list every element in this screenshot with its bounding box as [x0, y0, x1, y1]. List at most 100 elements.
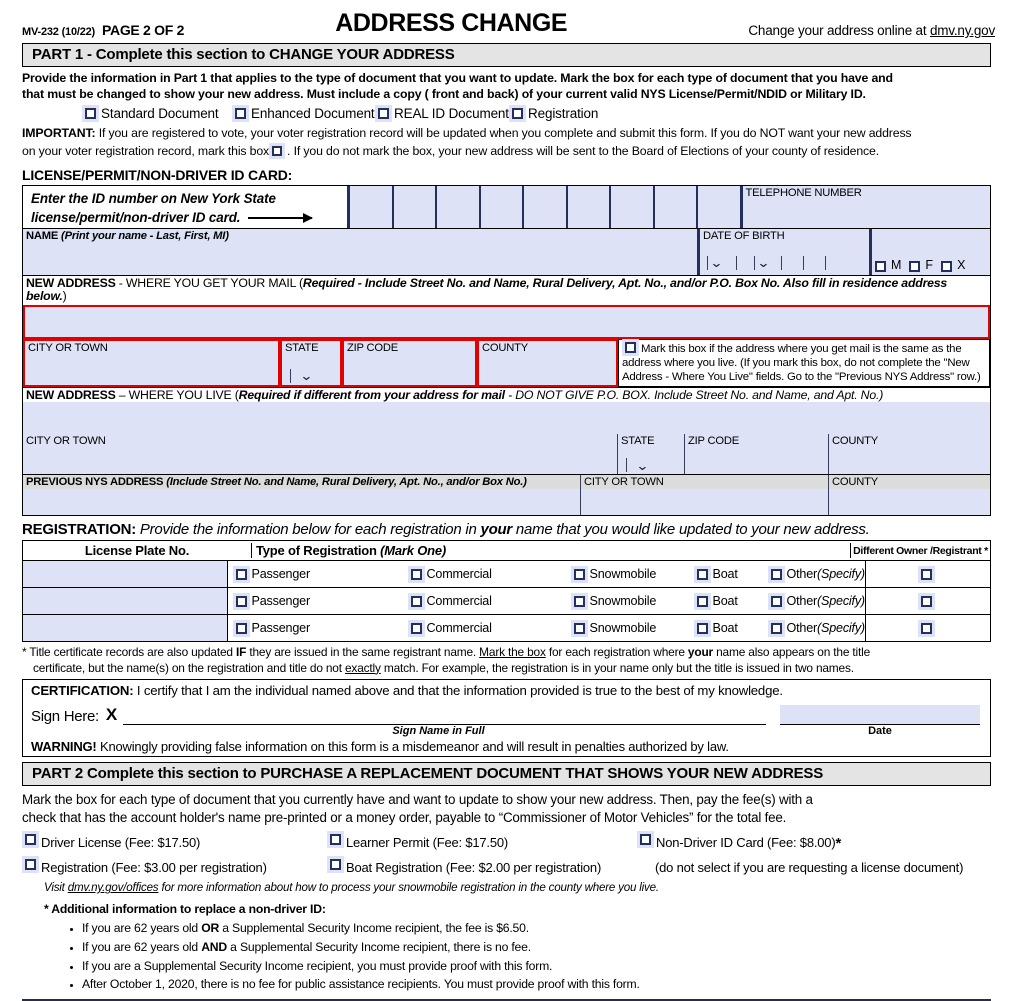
license-plate-input[interactable]: [23, 561, 228, 588]
checkbox-commercial[interactable]: Commercial: [408, 594, 571, 608]
id-number-cells[interactable]: [350, 185, 743, 228]
checkbox-other[interactable]: Other (Specify): [768, 621, 865, 635]
checkbox-icon[interactable]: [235, 568, 247, 580]
checkbox-passenger[interactable]: Passenger: [228, 594, 408, 608]
checkbox-icon[interactable]: [25, 858, 36, 870]
id-digit-cell[interactable]: [698, 185, 743, 228]
checkbox-same-address[interactable]: [625, 341, 636, 353]
different-owner-cell[interactable]: [866, 561, 990, 587]
checkbox-icon[interactable]: [696, 595, 708, 607]
checkbox-icon[interactable]: [573, 595, 585, 607]
id-digit-cell[interactable]: [437, 185, 481, 228]
signature-input[interactable]: [123, 705, 766, 726]
chevron-down-icon[interactable]: ⌄: [710, 256, 724, 269]
checkbox-icon[interactable]: [378, 107, 389, 119]
residence-city-input[interactable]: CITY OR TOWN: [23, 434, 618, 475]
sex-field[interactable]: M F X: [872, 228, 990, 275]
checkbox-registration-fee[interactable]: Registration (Fee: $3.00 per registratio…: [22, 858, 327, 876]
checkbox-other[interactable]: Other (Specify): [768, 567, 865, 581]
chevron-down-icon[interactable]: ⌄: [300, 369, 314, 382]
checkbox-icon[interactable]: [770, 595, 782, 607]
checkbox-commercial[interactable]: Commercial: [408, 567, 571, 581]
residence-street-input[interactable]: [23, 402, 990, 435]
dmv-website-link[interactable]: dmv.ny.gov: [930, 23, 995, 38]
date-of-birth-field[interactable]: DATE OF BIRTH ⌄ ⌄: [700, 228, 872, 275]
checkbox-snowmobile[interactable]: Snowmobile: [571, 594, 694, 608]
chevron-down-icon[interactable]: ⌄: [636, 459, 650, 472]
checkbox-driver-license[interactable]: Driver License (Fee: $17.50): [22, 833, 327, 854]
checkbox-icon[interactable]: [573, 622, 585, 634]
checkbox-enhanced-document[interactable]: Enhanced Document: [232, 105, 375, 122]
checkbox-icon[interactable]: [696, 622, 708, 634]
checkbox-different-owner[interactable]: [921, 595, 933, 607]
previous-county-input[interactable]: COUNTY: [829, 475, 990, 516]
checkbox-different-owner[interactable]: [921, 568, 933, 580]
residence-county-input[interactable]: COUNTY: [829, 434, 990, 475]
residence-state-select[interactable]: STATE ⌄: [618, 434, 685, 475]
checkbox-standard-document[interactable]: Standard Document: [82, 105, 232, 122]
checkbox-icon[interactable]: [410, 622, 422, 634]
checkbox-boat-registration-fee[interactable]: Boat Registration (Fee: $2.00 per regist…: [327, 858, 637, 876]
id-digit-cell[interactable]: [350, 185, 394, 228]
checkbox-learner-permit[interactable]: Learner Permit (Fee: $17.50): [327, 833, 637, 854]
checkbox-commercial[interactable]: Commercial: [408, 621, 571, 635]
checkbox-snowmobile[interactable]: Snowmobile: [571, 567, 694, 581]
checkbox-icon[interactable]: [770, 568, 782, 580]
checkbox-voter-optout[interactable]: [272, 145, 283, 156]
id-digit-cell[interactable]: [524, 185, 568, 228]
id-digit-cell[interactable]: [480, 185, 524, 228]
checkbox-sex-x[interactable]: [941, 260, 953, 272]
previous-city-input[interactable]: CITY OR TOWN: [581, 475, 829, 516]
checkbox-icon[interactable]: [573, 568, 585, 580]
dob-inputs[interactable]: ⌄ ⌄: [704, 253, 865, 273]
checkbox-icon[interactable]: [235, 595, 247, 607]
chevron-down-icon[interactable]: ⌄: [757, 256, 771, 269]
checkbox-different-owner[interactable]: [921, 622, 933, 634]
mail-street-input[interactable]: [23, 304, 990, 339]
previous-address-input[interactable]: PREVIOUS NYS ADDRESS (Include Street No.…: [23, 475, 581, 516]
different-owner-cell[interactable]: [866, 615, 990, 641]
license-plate-input[interactable]: [23, 588, 228, 615]
different-owner-cell[interactable]: [866, 588, 990, 614]
checkbox-passenger[interactable]: Passenger: [228, 621, 408, 635]
checkbox-non-driver-id[interactable]: Non-Driver ID Card (Fee: $8.00) *: [637, 833, 991, 854]
mail-city-input[interactable]: CITY OR TOWN: [23, 338, 280, 387]
telephone-field[interactable]: TELEPHONE NUMBER: [742, 185, 990, 228]
mail-zip-input[interactable]: ZIP CODE: [342, 338, 477, 387]
checkbox-sex-f[interactable]: [909, 260, 921, 272]
checkbox-boat[interactable]: Boat: [694, 621, 768, 635]
same-address-checkbox-block[interactable]: Mark this box if the address where you g…: [618, 338, 990, 387]
checkbox-icon[interactable]: [640, 833, 651, 845]
checkbox-boat[interactable]: Boat: [694, 567, 768, 581]
checkbox-icon[interactable]: [696, 568, 708, 580]
checkbox-icon[interactable]: [330, 858, 341, 870]
bullet-text-pre: If you are a Supplemental Security Incom…: [82, 958, 553, 973]
date-input[interactable]: [780, 705, 980, 726]
id-digit-cell[interactable]: [393, 185, 437, 228]
checkbox-boat[interactable]: Boat: [694, 594, 768, 608]
checkbox-real-id-document[interactable]: REAL ID Document: [375, 105, 509, 122]
checkbox-icon[interactable]: [85, 107, 96, 119]
checkbox-icon[interactable]: [25, 833, 36, 845]
id-digit-cell[interactable]: [567, 185, 611, 228]
mail-state-select[interactable]: STATE ⌄: [280, 338, 342, 387]
id-digit-cell[interactable]: [654, 185, 698, 228]
license-plate-input[interactable]: [23, 615, 228, 642]
checkbox-icon[interactable]: [410, 595, 422, 607]
name-field[interactable]: NAME (Print your name - Last, First, MI): [23, 228, 700, 275]
checkbox-other[interactable]: Other (Specify): [768, 594, 865, 608]
dmv-offices-link[interactable]: dmv.ny.gov/offices: [68, 881, 159, 894]
checkbox-sex-m[interactable]: [875, 260, 886, 272]
checkbox-icon[interactable]: [512, 107, 523, 119]
checkbox-snowmobile[interactable]: Snowmobile: [571, 621, 694, 635]
checkbox-icon[interactable]: [330, 833, 341, 845]
checkbox-icon[interactable]: [235, 622, 247, 634]
checkbox-icon[interactable]: [410, 568, 422, 580]
residence-zip-input[interactable]: ZIP CODE: [685, 434, 829, 475]
checkbox-registration-document[interactable]: Registration: [509, 105, 598, 122]
mail-county-input[interactable]: COUNTY: [477, 338, 618, 387]
checkbox-passenger[interactable]: Passenger: [228, 567, 408, 581]
checkbox-icon[interactable]: [770, 622, 782, 634]
checkbox-icon[interactable]: [235, 107, 246, 119]
id-digit-cell[interactable]: [611, 185, 655, 228]
